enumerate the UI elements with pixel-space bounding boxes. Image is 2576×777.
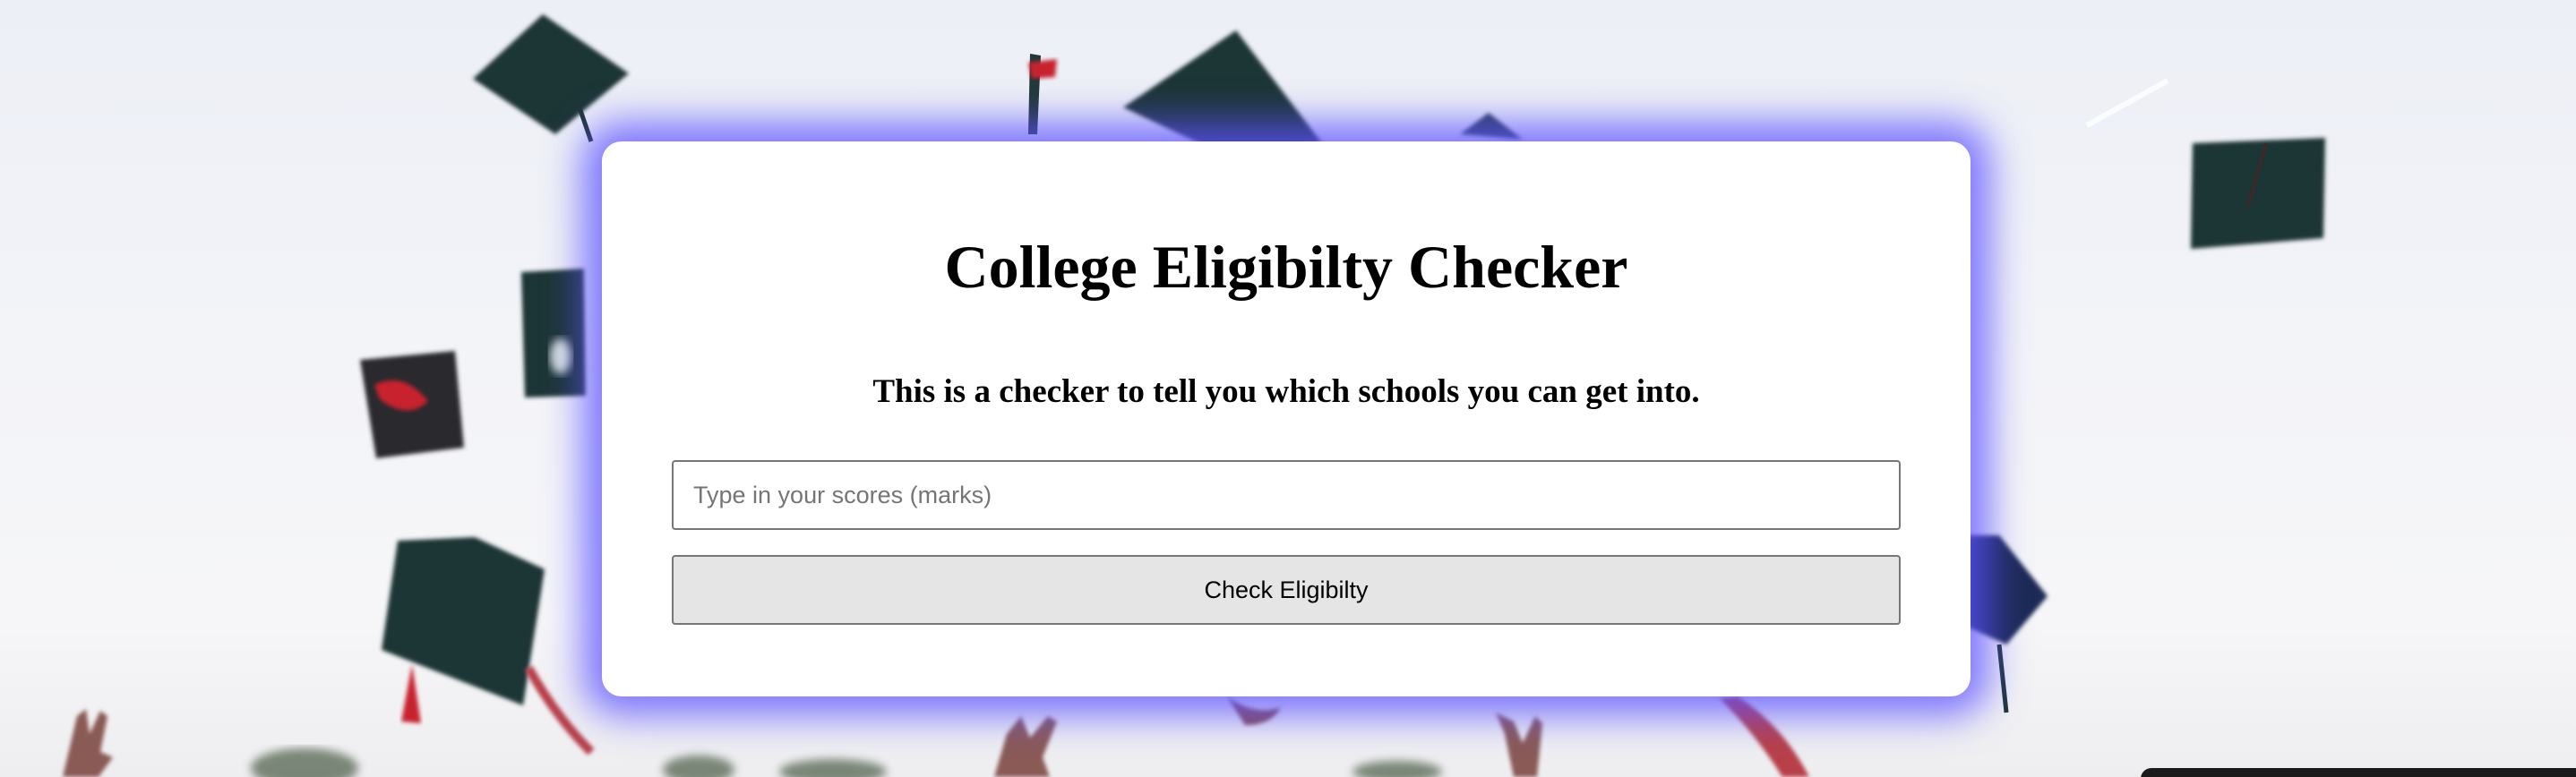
graduation-cap-icon xyxy=(382,537,595,756)
page-title: College Eligibilty Checker xyxy=(944,233,1628,301)
graduation-cap-icon xyxy=(473,14,629,142)
tree-tops xyxy=(251,748,1442,777)
graduation-cap-icon xyxy=(360,351,464,458)
check-eligibility-button[interactable]: Check Eligibilty xyxy=(672,555,1901,625)
light-streak xyxy=(2085,78,2169,128)
tassel-icon xyxy=(1227,696,1281,725)
graduation-cap-icon xyxy=(1123,30,1322,152)
graduation-cap-icon xyxy=(1967,535,2048,713)
graduation-cap-icon xyxy=(2191,138,2325,249)
tassel-icon xyxy=(1720,696,1809,777)
eligibility-card: College Eligibilty Checker This is a che… xyxy=(602,141,1971,696)
tassel-icon xyxy=(1028,54,1057,134)
scores-input[interactable] xyxy=(672,460,1901,530)
bottom-edge-tab xyxy=(2141,768,2576,777)
page-subtitle: This is a checker to tell you which scho… xyxy=(872,373,1700,410)
graduation-cap-icon xyxy=(521,269,586,397)
graduation-cap-icon xyxy=(1460,113,1523,140)
